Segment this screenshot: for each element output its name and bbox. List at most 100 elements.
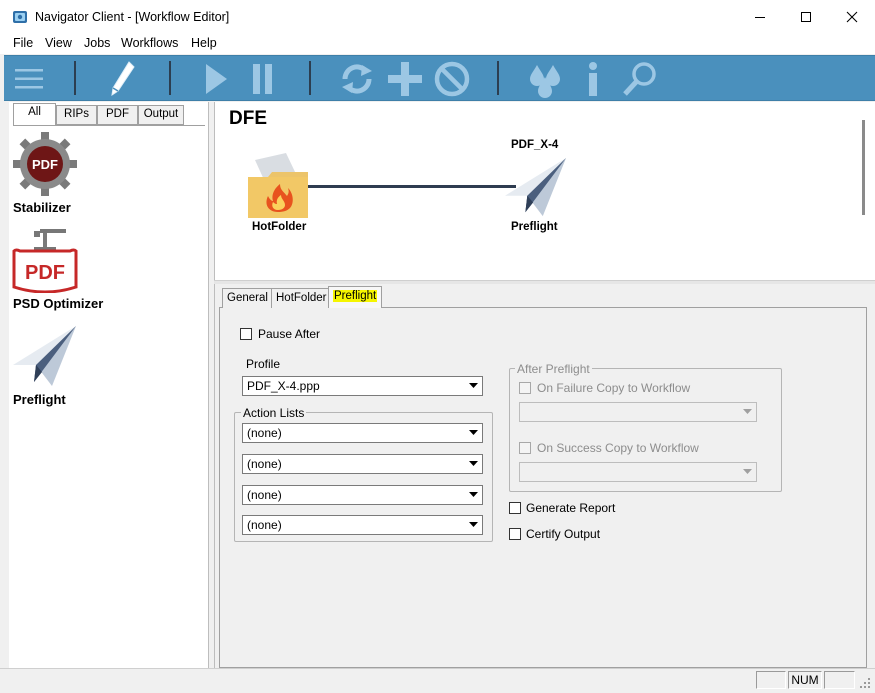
tab-hotfolder-label: HotFolder (276, 292, 327, 304)
on-failure-workflow-select[interactable] (519, 402, 757, 422)
ink-drops-icon (530, 65, 560, 98)
workflow-node-preflight-caption: PDF_X-4 (511, 139, 559, 151)
pencil-icon (111, 61, 135, 97)
workflow-node-preflight-label: Preflight (511, 221, 558, 233)
palette-item-stabilizer[interactable]: PDF (12, 131, 78, 197)
on-success-label: On Success Copy to Workflow (537, 441, 699, 455)
paper-plane-icon (505, 157, 567, 217)
hamburger-icon (15, 69, 43, 89)
toolbar-separator (169, 61, 171, 95)
pause-icon (253, 64, 272, 94)
on-success-workflow-select[interactable] (519, 462, 757, 482)
palette-tab-rips[interactable]: RIPs (56, 105, 97, 125)
tab-preflight[interactable]: Preflight (328, 286, 383, 308)
menu-view[interactable]: View (45, 36, 72, 50)
menu-workflows[interactable]: Workflows (121, 36, 178, 50)
search-icon (623, 62, 656, 96)
palette-tab-output[interactable]: Output (138, 105, 184, 125)
minimize-button[interactable] (737, 0, 783, 34)
palette-tab-all[interactable]: All (13, 103, 56, 125)
certify-output-checkbox[interactable] (509, 528, 521, 540)
action-list-select-2[interactable]: (none) (242, 454, 483, 474)
palette-item-psd-optimizer[interactable]: PDF (12, 227, 78, 294)
palette-tab-pdf[interactable]: PDF (97, 105, 138, 125)
tab-preflight-label: Preflight (333, 290, 378, 302)
menu-toggle-button[interactable] (10, 56, 48, 102)
ink-button[interactable] (522, 56, 568, 102)
tab-hotfolder[interactable]: HotFolder (271, 288, 332, 308)
action-list-value: (none) (247, 457, 282, 471)
status-cell-num: NUM (788, 671, 822, 689)
toolbar-separator (74, 61, 76, 95)
palette-tab-divider (13, 125, 205, 126)
profile-select[interactable]: PDF_X-4.ppp (242, 376, 483, 396)
navigator-app-icon[interactable] (12, 9, 28, 25)
start-button[interactable] (200, 56, 232, 102)
certify-output-label: Certify Output (526, 527, 601, 541)
on-failure-label: On Failure Copy to Workflow (537, 381, 691, 395)
toolbar-separator (497, 61, 499, 95)
play-icon (206, 64, 227, 94)
paper-plane-icon (13, 326, 76, 386)
tab-general-label: General (227, 292, 268, 304)
action-lists-title: Action Lists (241, 406, 307, 420)
info-button[interactable] (578, 56, 608, 102)
palette-item-preflight[interactable] (12, 324, 78, 388)
on-success-checkbox[interactable] (519, 442, 531, 454)
after-preflight-title: After Preflight (515, 362, 592, 376)
on-failure-checkbox[interactable] (519, 382, 531, 394)
action-list-value: (none) (247, 518, 282, 532)
search-button[interactable] (618, 56, 662, 102)
menu-jobs[interactable]: Jobs (84, 36, 110, 50)
plus-icon (388, 62, 422, 96)
maximize-button[interactable] (783, 0, 829, 34)
pdf-press-icon: PDF (12, 229, 78, 294)
pause-button[interactable] (246, 56, 280, 102)
pdf-gear-icon: PDF (13, 132, 77, 196)
palette-item-preflight-label: Preflight (13, 392, 66, 407)
refresh-icon (342, 64, 372, 94)
generate-report-checkbox[interactable] (509, 502, 521, 514)
action-list-select-4[interactable]: (none) (242, 515, 483, 535)
canvas-scrollbar[interactable] (862, 120, 865, 215)
cancel-button[interactable] (430, 56, 474, 102)
minimize-icon (755, 17, 765, 18)
status-cell-caps (756, 671, 786, 689)
status-cell-scroll (824, 671, 855, 689)
resize-grip-icon[interactable] (858, 676, 872, 690)
pause-after-label: Pause After (258, 327, 321, 341)
close-button[interactable] (829, 0, 875, 34)
chevron-down-icon (465, 378, 481, 394)
hot-folder-icon (248, 153, 308, 218)
generate-report-label: Generate Report (526, 501, 616, 515)
close-icon (846, 11, 858, 23)
workflow-node-preflight[interactable] (504, 156, 568, 218)
workflow-connector[interactable] (306, 185, 516, 188)
canvas-title: DFE (229, 108, 267, 129)
workflow-node-hotfolder[interactable] (246, 152, 312, 222)
action-list-select-3[interactable]: (none) (242, 485, 483, 505)
tab-general[interactable]: General (222, 288, 273, 308)
chevron-down-icon (465, 456, 481, 472)
palette-item-stabilizer-label: Stabilizer (13, 200, 71, 215)
window-title: Navigator Client - [Workflow Editor] (35, 10, 230, 24)
maximize-icon (801, 12, 811, 22)
chevron-down-icon (465, 425, 481, 441)
pause-after-checkbox[interactable] (240, 328, 252, 340)
menu-file[interactable]: File (13, 36, 33, 50)
edit-button[interactable] (104, 56, 140, 102)
toolbar-separator (309, 61, 311, 95)
profile-select-value: PDF_X-4.ppp (247, 379, 320, 393)
palette-item-psd-optimizer-label: PSD Optimizer (13, 296, 104, 311)
chevron-down-icon (739, 464, 755, 480)
workflow-node-hotfolder-label: HotFolder (252, 221, 307, 233)
add-button[interactable] (384, 56, 426, 102)
chevron-down-icon (465, 487, 481, 503)
chevron-down-icon (739, 404, 755, 420)
cancel-icon (434, 61, 470, 97)
action-list-value: (none) (247, 426, 282, 440)
psd-optimizer-icon-text: PDF (25, 262, 65, 284)
menu-help[interactable]: Help (191, 36, 217, 50)
refresh-button[interactable] (334, 56, 380, 102)
action-list-select-1[interactable]: (none) (242, 423, 483, 443)
